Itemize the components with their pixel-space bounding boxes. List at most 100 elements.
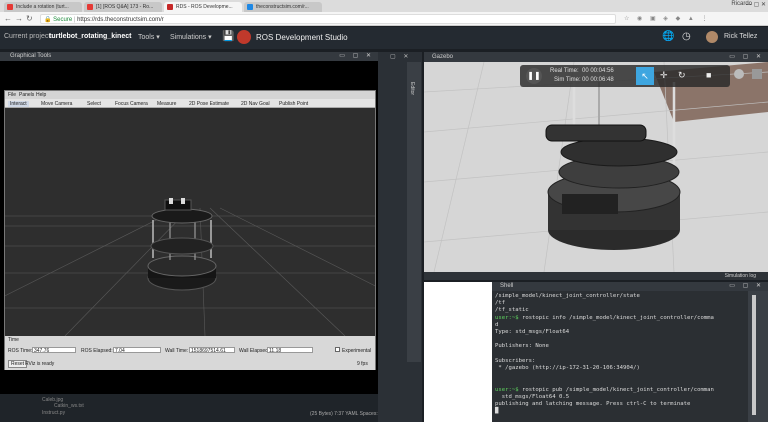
blank-pane: [424, 282, 492, 422]
rviz-status: RViz is ready: [25, 361, 55, 367]
vertical-tab-label: Editor: [409, 82, 415, 96]
shell-scrollbar[interactable]: [748, 291, 768, 422]
browser-tab-4[interactable]: theconstructsim.com/r...: [244, 2, 322, 12]
rviz-window: File Panels Help Interact Move Camera Se…: [4, 90, 376, 370]
cylinder-shape-icon[interactable]: [752, 69, 762, 79]
wall-elapsed-label: Wall Elapsed:: [239, 348, 270, 354]
menu-help[interactable]: Help: [36, 92, 46, 98]
shell-output-line: * /gazebo (http://ip-172-31-20-106:34904…: [495, 365, 640, 372]
browser-tab-label: [1] [ROS Q&A] 173 - Ro...: [96, 4, 154, 10]
save-icon[interactable]: 💾: [222, 31, 234, 42]
gazebo-toolbar: ❚❚ Real Time: 00 00:04:56 Sim Time: 00 0…: [520, 65, 730, 87]
gazebo-footer: Simulation log: [424, 272, 768, 280]
ros-icon: [167, 4, 173, 10]
shell-output-line: /tf_static: [495, 307, 529, 314]
screen: Include a rotation (turt... [1] [ROS Q&A…: [0, 0, 768, 422]
ros-time-label: ROS Time:: [8, 348, 33, 354]
rviz-menubar: File Panels Help: [5, 91, 375, 99]
shell-output-line: Publishers: None: [495, 343, 549, 350]
wall-time-field: 1518697514.61: [189, 347, 235, 354]
simulation-log-link[interactable]: Simulation log: [725, 273, 756, 279]
panel-controls[interactable]: ▢ ✕: [390, 53, 411, 60]
browser-tab-2[interactable]: [1] [ROS Q&A] 173 - Ro...: [84, 2, 162, 12]
editor-vertical-tab[interactable]: Editor: [407, 62, 421, 362]
rviz-toolbar: Interact Move Camera Select Focus Camera…: [5, 99, 375, 108]
browser-tab-1[interactable]: Include a rotation (turt...: [4, 2, 82, 12]
experimental-checkbox[interactable]: [335, 347, 340, 352]
gazebo-header: Gazebo ▭ ▢ ✕: [424, 52, 768, 62]
secure-label: Secure: [53, 17, 73, 23]
app-title: ROS Development Studio: [256, 33, 348, 42]
gazebo-3d-view[interactable]: ❚❚ Real Time: 00 00:04:56 Sim Time: 00 0…: [424, 62, 768, 272]
url-field[interactable]: 🔒 Secure | https://rds.theconstructsim.c…: [40, 14, 616, 24]
tool-move-camera[interactable]: Move Camera: [41, 101, 72, 107]
reload-icon[interactable]: ↻: [26, 14, 33, 23]
panel-controls[interactable]: ▭ ▢ ✕: [729, 53, 764, 60]
browser-tab-bar: Include a rotation (turt... [1] [ROS Q&A…: [0, 0, 768, 12]
youtube-icon: [87, 4, 93, 10]
tool-focus-camera[interactable]: Focus Camera: [115, 101, 148, 107]
panel-controls[interactable]: ▭ ▢ ✕: [339, 52, 374, 59]
shell-output-line: [495, 351, 745, 358]
browser-tab-label: RDS - ROS Developme...: [176, 4, 233, 10]
scrollbar-thumb[interactable]: [752, 295, 756, 415]
sphere-shape-icon[interactable]: [734, 69, 744, 79]
project-name: turtlebot_rotating_kinect: [49, 33, 132, 40]
simulations-menu[interactable]: Simulations ▾: [170, 33, 212, 41]
shell-output-line: /simple_model/kinect_joint_controller/st…: [495, 293, 640, 299]
ros-elapsed-label: ROS Elapsed:: [81, 348, 113, 354]
window-controls[interactable]: — ▢ ✕: [746, 1, 766, 8]
pause-button[interactable]: ❚❚: [526, 68, 542, 84]
rviz-3d-view[interactable]: [5, 108, 375, 336]
globe-icon[interactable]: 🌐: [662, 31, 674, 42]
tool-measure[interactable]: Measure: [157, 101, 176, 107]
browser-tab-3[interactable]: RDS - ROS Developme...: [164, 2, 242, 12]
translate-icon[interactable]: ✛: [660, 70, 668, 81]
menu-panels[interactable]: Panels: [19, 92, 34, 98]
tool-interact[interactable]: Interact: [8, 101, 29, 107]
browser-tab-label: theconstructsim.com/r...: [256, 4, 309, 10]
shell-command: rostopic pub /simple_model/kinect_joint_…: [521, 386, 714, 393]
address-bar: ← → ↻ 🔒 Secure | https://rds.theconstruc…: [0, 12, 768, 26]
rviz-scene: [5, 198, 375, 336]
panel-title: Graphical Tools: [10, 53, 52, 59]
shell-output-line: [495, 372, 745, 379]
avatar[interactable]: [706, 31, 718, 43]
clock-icon[interactable]: ◷: [682, 31, 691, 42]
tool-2d-nav-goal[interactable]: 2D Nav Goal: [241, 101, 270, 107]
file-item[interactable]: Catkin_ws.txt: [54, 403, 84, 409]
panel-controls[interactable]: ▭ ▢ ✕: [729, 282, 764, 289]
shell-output-line: █: [495, 408, 499, 415]
tools-menu[interactable]: Tools ▾: [138, 33, 160, 41]
ros-logo-icon: [237, 30, 251, 44]
time-panel-title: Time: [8, 337, 19, 343]
wall-time-label: Wall Time:: [165, 348, 189, 354]
shell-terminal[interactable]: /simple_model/kinect_joint_controller/st…: [492, 291, 748, 422]
shell-output-line: publishing and latching message. Press c…: [495, 401, 691, 408]
project-label: Current project:: [4, 33, 53, 40]
file-item[interactable]: Instruct.py: [42, 410, 65, 416]
ros-elapsed-field: 7.04: [113, 347, 161, 354]
shell-output-line: std_msgs/Float64 0.5: [495, 393, 570, 400]
select-mode-icon[interactable]: ↖: [636, 67, 654, 85]
back-icon[interactable]: ←: [4, 14, 12, 23]
real-time-value: 00 00:04:56: [582, 68, 614, 74]
rotate-icon[interactable]: ↻: [678, 70, 686, 81]
shell-output-line: /tf: [495, 300, 506, 307]
tool-2d-pose-estimate[interactable]: 2D Pose Estimate: [189, 101, 229, 107]
panel-title: Shell: [500, 283, 514, 289]
tool-publish-point[interactable]: Publish Point: [279, 101, 308, 107]
extension-icons[interactable]: ☆ ◉ ▣ ◈ ◆ ▲ ⋮: [624, 15, 710, 22]
youtube-icon: [7, 4, 13, 10]
shell-prompt: user:~$: [495, 314, 522, 321]
user-name[interactable]: Rick Tellez: [724, 33, 757, 40]
shell-command-line: user:~$ rostopic info /simple_model/kine…: [495, 315, 745, 322]
turtlebot-model: [147, 198, 217, 291]
file-tree: Caleb.jpg Catkin_ws.txt Instruct.py (25 …: [0, 394, 382, 422]
tool-select[interactable]: Select: [87, 101, 101, 107]
shell-output-line: [495, 379, 745, 386]
box-shape-icon[interactable]: ■: [706, 70, 711, 80]
menu-file[interactable]: File: [8, 92, 16, 98]
editor-status-bar: (25 Bytes) 7:37 YAML Spaces: 4: [310, 411, 382, 417]
forward-icon[interactable]: →: [15, 14, 23, 23]
